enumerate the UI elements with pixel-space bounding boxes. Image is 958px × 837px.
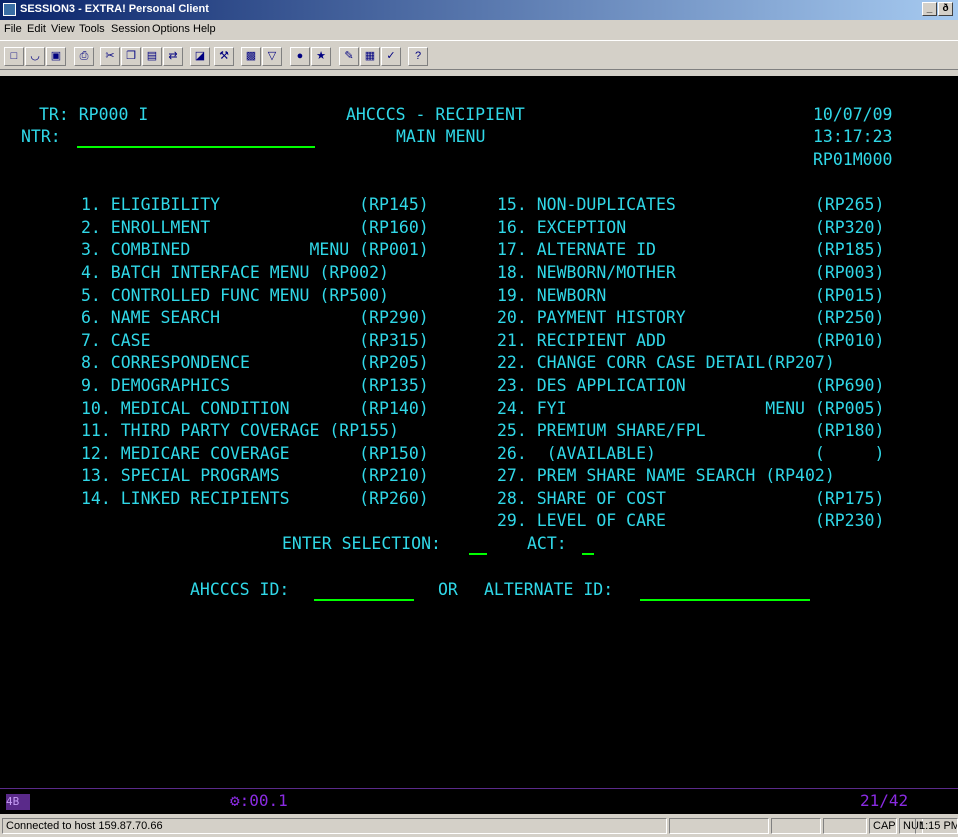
ahcccs-id-input[interactable] xyxy=(314,599,414,601)
ntr-label: NTR: xyxy=(21,127,61,146)
folder-icon[interactable]: ◪ xyxy=(190,47,210,66)
menu-tools[interactable]: Tools xyxy=(79,23,105,35)
grid-icon[interactable]: ▦ xyxy=(360,47,380,66)
menu-option: 8. CORRESPONDENCE (RP205) xyxy=(81,353,429,372)
menu-option: 7. CASE (RP315) xyxy=(81,331,429,350)
edit-icon[interactable]: ✓ xyxy=(381,47,401,66)
menu-option: 27. PREM SHARE NAME SEARCH (RP402) xyxy=(497,466,835,485)
menu-option: 4. BATCH INTERFACE MENU (RP002) xyxy=(81,263,389,282)
screen-id: RP01M000 xyxy=(813,150,893,169)
printer-setup-icon[interactable]: ▩ xyxy=(241,47,261,66)
new-document-icon[interactable]: □ xyxy=(4,47,24,66)
status-pane-1 xyxy=(669,818,769,834)
menu-option: 13. SPECIAL PROGRAMS (RP210) xyxy=(81,466,429,485)
menu-options[interactable]: Options xyxy=(152,23,190,35)
status-bar: Connected to host 159.87.70.66 CAP NUM 1… xyxy=(0,815,958,837)
menu-option: 6. NAME SEARCH (RP290) xyxy=(81,308,429,327)
save-icon[interactable]: ▣ xyxy=(46,47,66,66)
title-bar: SESSION3 - EXTRA! Personal Client _ ð xyxy=(0,0,958,20)
open-folder-icon[interactable]: ◡ xyxy=(25,47,45,66)
menu-bar: File Edit View Tools Session Options Hel… xyxy=(0,20,958,40)
menu-option: 16. EXCEPTION (RP320) xyxy=(497,218,885,237)
menu-option: 22. CHANGE CORR CASE DETAIL(RP207) xyxy=(497,353,835,372)
menu-option: 18. NEWBORN/MOTHER (RP003) xyxy=(497,263,885,282)
alternate-id-label: ALTERNATE ID: xyxy=(484,580,614,599)
print-icon[interactable]: ⎙ xyxy=(74,47,94,66)
tools-icon[interactable]: ⚒ xyxy=(214,47,234,66)
timer-readout: ⚙:00.1 xyxy=(230,791,288,810)
date-field: 10/07/09 xyxy=(813,105,893,124)
menu-file[interactable]: File xyxy=(4,23,22,35)
menu-option: 25. PREMIUM SHARE/FPL (RP180) xyxy=(497,421,885,440)
menu-option: 5. CONTROLLED FUNC MENU (RP500) xyxy=(81,286,389,305)
menu-option: 20. PAYMENT HISTORY (RP250) xyxy=(497,308,885,327)
status-pane-2 xyxy=(771,818,821,834)
menu-view[interactable]: View xyxy=(51,23,75,35)
edit-macro-icon[interactable]: ✎ xyxy=(339,47,359,66)
menu-session[interactable]: Session xyxy=(111,23,150,35)
operator-info-area: 4B ⚙:00.1 21/42 xyxy=(0,788,958,814)
restore-button[interactable]: ð xyxy=(938,2,953,16)
paste-icon[interactable]: ▤ xyxy=(142,47,162,66)
menu-option: 23. DES APPLICATION (RP690) xyxy=(497,376,885,395)
macro-icon[interactable]: ★ xyxy=(311,47,331,66)
minimize-button[interactable]: _ xyxy=(922,2,937,16)
ntr-input[interactable] xyxy=(77,146,315,148)
help-icon[interactable]: ? xyxy=(408,47,428,66)
clock: 1:15 PM xyxy=(915,818,958,834)
ahcccs-id-label: AHCCCS ID: xyxy=(190,580,290,599)
menu-option: 29. LEVEL OF CARE (RP230) xyxy=(497,511,885,530)
window-title: SESSION3 - EXTRA! Personal Client xyxy=(20,3,209,15)
menu-option: 10. MEDICAL CONDITION (RP140) xyxy=(81,399,429,418)
menu-option: 3. COMBINED MENU (RP001) xyxy=(81,240,429,259)
cut-icon[interactable]: ✂ xyxy=(100,47,120,66)
or-label: OR xyxy=(438,580,458,599)
act-label: ACT: xyxy=(527,534,567,553)
send-icon[interactable]: ⇄ xyxy=(163,47,183,66)
menu-option: 28. SHARE OF COST (RP175) xyxy=(497,489,885,508)
cursor-position: 21/42 xyxy=(860,791,909,810)
menu-help[interactable]: Help xyxy=(193,23,216,35)
caps-lock-indicator: CAP xyxy=(869,818,897,834)
record-icon[interactable]: ● xyxy=(290,47,310,66)
menu-option: 15. NON-DUPLICATES (RP265) xyxy=(497,195,885,214)
tr-field: TR: RP000 I xyxy=(39,105,149,124)
menu-option: 11. THIRD PARTY COVERAGE (RP155) xyxy=(81,421,399,440)
menu-option: 21. RECIPIENT ADD (RP010) xyxy=(497,331,885,350)
menu-option: 2. ENROLLMENT (RP160) xyxy=(81,218,429,237)
alternate-id-input[interactable] xyxy=(640,599,810,601)
terminal-screen[interactable]: TR: RP000 I NTR: AHCCCS - RECIPIENT MAIN… xyxy=(0,76,958,788)
toolbar: □ ◡ ▣ ⎙ ✂ ❐ ▤ ⇄ ◪ ⚒ ▩ ▽ ● ★ ✎ ▦ ✓ ? xyxy=(0,40,958,70)
menu-edit[interactable]: Edit xyxy=(27,23,46,35)
menu-option: 1. ELIGIBILITY (RP145) xyxy=(81,195,429,214)
menu-option: 24. FYI MENU (RP005) xyxy=(497,399,885,418)
app-icon xyxy=(3,3,16,16)
menu-option: 26. (AVAILABLE) ( ) xyxy=(497,444,885,463)
menu-option: 14. LINKED RECIPIENTS (RP260) xyxy=(81,489,429,508)
selection-input[interactable] xyxy=(469,553,487,555)
filter-icon[interactable]: ▽ xyxy=(262,47,282,66)
menu-option: 9. DEMOGRAPHICS (RP135) xyxy=(81,376,429,395)
menu-title: MAIN MENU xyxy=(396,127,486,146)
system-title: AHCCCS - RECIPIENT xyxy=(346,105,525,124)
time-field: 13:17:23 xyxy=(813,127,893,146)
connection-status: Connected to host 159.87.70.66 xyxy=(2,818,667,834)
menu-option: 12. MEDICARE COVERAGE (RP150) xyxy=(81,444,429,463)
menu-option: 19. NEWBORN (RP015) xyxy=(497,286,885,305)
session-indicator: 4B xyxy=(6,794,30,810)
copy-icon[interactable]: ❐ xyxy=(121,47,141,66)
status-pane-3 xyxy=(823,818,867,834)
enter-selection-label: ENTER SELECTION: xyxy=(282,534,441,553)
menu-option: 17. ALTERNATE ID (RP185) xyxy=(497,240,885,259)
act-input[interactable] xyxy=(582,553,594,555)
